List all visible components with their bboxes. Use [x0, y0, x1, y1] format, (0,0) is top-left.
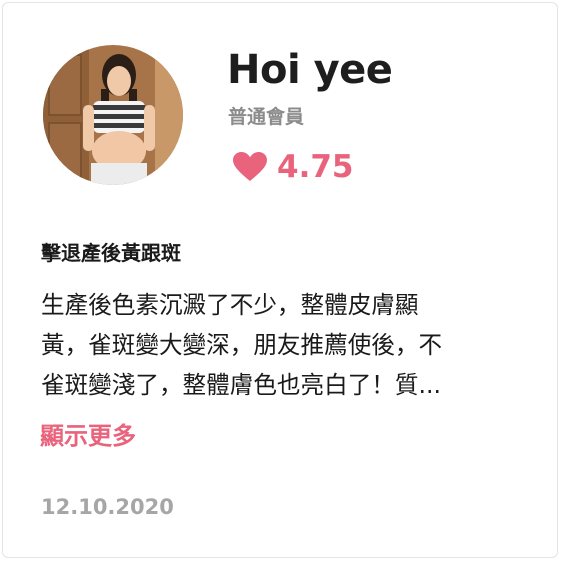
- review-card: Hoi yee 普通會員 4.75 擊退產後黃跟斑 生產後色素沉澱了不少，整體皮…: [2, 2, 558, 558]
- review-body: 生產後色素沉澱了不少，整體皮膚顯 黃，雀斑變大變深，朋友推薦使後，不 雀斑變淺了…: [41, 285, 523, 405]
- reviewer-name: Hoi yee: [227, 47, 393, 93]
- rating: 4.75: [233, 149, 354, 185]
- heart-icon: [233, 152, 267, 182]
- avatar-photo: [43, 45, 183, 185]
- review-date: 12.10.2020: [41, 495, 174, 519]
- review-body-line: 生產後色素沉澱了不少，整體皮膚顯: [41, 291, 419, 319]
- show-more-link[interactable]: 顯示更多: [40, 416, 136, 451]
- review-title: 擊退產後黃跟斑: [41, 241, 181, 265]
- review-body-line: 雀斑變淺了，整體膚色也亮白了！質...: [41, 371, 441, 399]
- rating-value: 4.75: [277, 149, 354, 185]
- review-body-line: 黃，雀斑變大變深，朋友推薦使後，不: [41, 331, 443, 359]
- membership-label: 普通會員: [228, 106, 305, 128]
- avatar[interactable]: [43, 45, 183, 185]
